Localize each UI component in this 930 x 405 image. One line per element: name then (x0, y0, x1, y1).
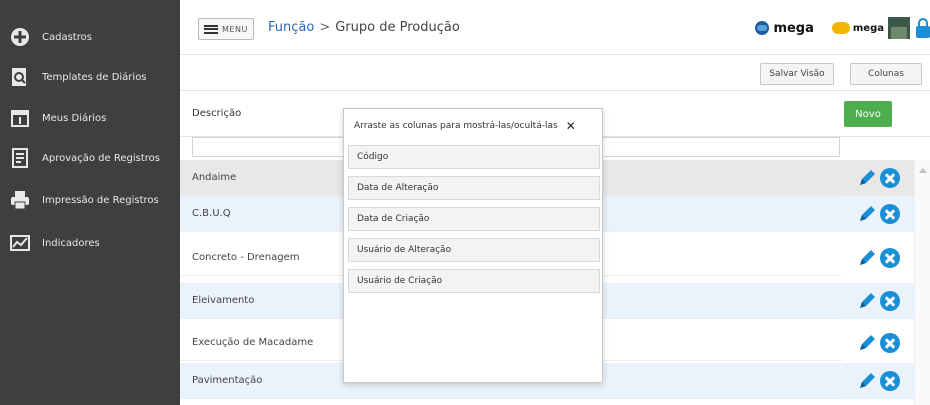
plus-circle-icon (10, 27, 30, 47)
sidebar-item-label: Cadastros (42, 31, 92, 43)
mega-logo-mark-icon (755, 21, 770, 35)
row-actions (842, 196, 914, 232)
sidebar-item-label: Indicadores (42, 237, 100, 249)
scrollbar[interactable] (914, 160, 930, 405)
delete-icon[interactable] (880, 371, 900, 391)
sidebar-item-label: Impressão de Registros (42, 194, 159, 206)
row-description: C.B.U.Q (192, 208, 231, 219)
row-actions (842, 325, 914, 361)
row-description: Pavimentação (192, 375, 263, 386)
chart-icon (10, 233, 30, 253)
columns-button[interactable]: Colunas (850, 63, 922, 85)
mega-secondary-mark-icon (831, 22, 850, 34)
breadcrumb-grupo-producao: Grupo de Produção (335, 20, 460, 35)
column-chooser-title: Arraste as colunas para mostrá-las/ocult… (354, 121, 558, 131)
avatar[interactable] (888, 17, 910, 39)
row-actions (842, 160, 914, 196)
delete-icon[interactable] (880, 291, 900, 311)
row-actions (842, 363, 914, 399)
row-actions (842, 283, 914, 319)
breadcrumb-separator: > (319, 20, 331, 35)
sidebar-item-label: Aprovação de Registros (42, 152, 160, 164)
menu-button[interactable]: MENU (198, 18, 254, 40)
delete-icon[interactable] (880, 204, 900, 224)
row-actions (842, 240, 914, 276)
mega-logo: mega (755, 20, 814, 36)
edit-pencil-icon[interactable] (856, 332, 878, 354)
mega-secondary-text: mega (852, 22, 884, 34)
row-description: Eleivamento (192, 295, 255, 306)
new-button[interactable]: Novo (844, 101, 892, 127)
column-chooser-header: Arraste as colunas para mostrá-las/ocult… (354, 120, 576, 132)
header: MENU Função > Grupo de Produção mega mega (180, 0, 930, 55)
menu-label: MENU (222, 24, 248, 34)
sidebar-item-impressao[interactable]: Impressão de Registros (0, 183, 180, 217)
column-chooser-item[interactable]: Data de Alteração (348, 176, 600, 200)
column-chooser-popup: Arraste as colunas para mostrá-las/ocult… (343, 108, 603, 383)
column-chooser-item[interactable]: Usuário de Criação (348, 269, 600, 293)
column-chooser-item[interactable]: Usuário de Alteração (348, 238, 600, 262)
edit-pencil-icon[interactable] (856, 247, 878, 269)
column-chooser-item[interactable]: Data de Criação (348, 207, 600, 231)
close-icon[interactable]: ✕ (566, 120, 576, 132)
sidebar-item-cadastros[interactable]: Cadastros (0, 20, 180, 54)
sidebar-item-aprovacao[interactable]: Aprovação de Registros (0, 141, 180, 175)
edit-pencil-icon[interactable] (856, 290, 878, 312)
printer-icon (10, 190, 30, 210)
delete-icon[interactable] (880, 333, 900, 353)
sidebar-item-indicadores[interactable]: Indicadores (0, 226, 180, 260)
edit-pencil-icon[interactable] (856, 167, 878, 189)
mega-logo-text: mega (773, 20, 814, 36)
delete-icon[interactable] (880, 248, 900, 268)
breadcrumb: Função > Grupo de Produção (268, 20, 460, 35)
delete-icon[interactable] (880, 168, 900, 188)
edit-pencil-icon[interactable] (856, 370, 878, 392)
sidebar-item-label: Meus Diários (42, 112, 107, 124)
mega-secondary-logo: mega (831, 22, 884, 34)
grid-toolbar: Salvar Visão Colunas (180, 55, 930, 91)
row-description: Andaime (192, 172, 237, 183)
hamburger-icon (204, 24, 218, 34)
calendar-icon (10, 108, 30, 128)
row-description: Concreto - Drenagem (192, 252, 300, 263)
sidebar-item-meus-diarios[interactable]: Meus Diários (0, 101, 180, 135)
scroll-up-arrow-icon[interactable] (919, 168, 927, 173)
checklist-icon (10, 148, 30, 168)
breadcrumb-funcao[interactable]: Função (268, 20, 314, 35)
column-chooser-item[interactable]: Código (348, 145, 600, 169)
sidebar: Cadastros Templates de Diários Meus Diár… (0, 0, 180, 405)
sidebar-item-label: Templates de Diários (42, 71, 147, 83)
lock-icon[interactable] (916, 18, 930, 38)
sidebar-item-templates[interactable]: Templates de Diários (0, 60, 180, 94)
document-search-icon (10, 67, 30, 87)
header-logos: mega mega (755, 16, 930, 40)
save-view-button[interactable]: Salvar Visão (760, 63, 834, 85)
column-header-descricao[interactable]: Descrição (192, 108, 241, 119)
edit-pencil-icon[interactable] (856, 203, 878, 225)
row-description: Execução de Macadame (192, 337, 314, 348)
